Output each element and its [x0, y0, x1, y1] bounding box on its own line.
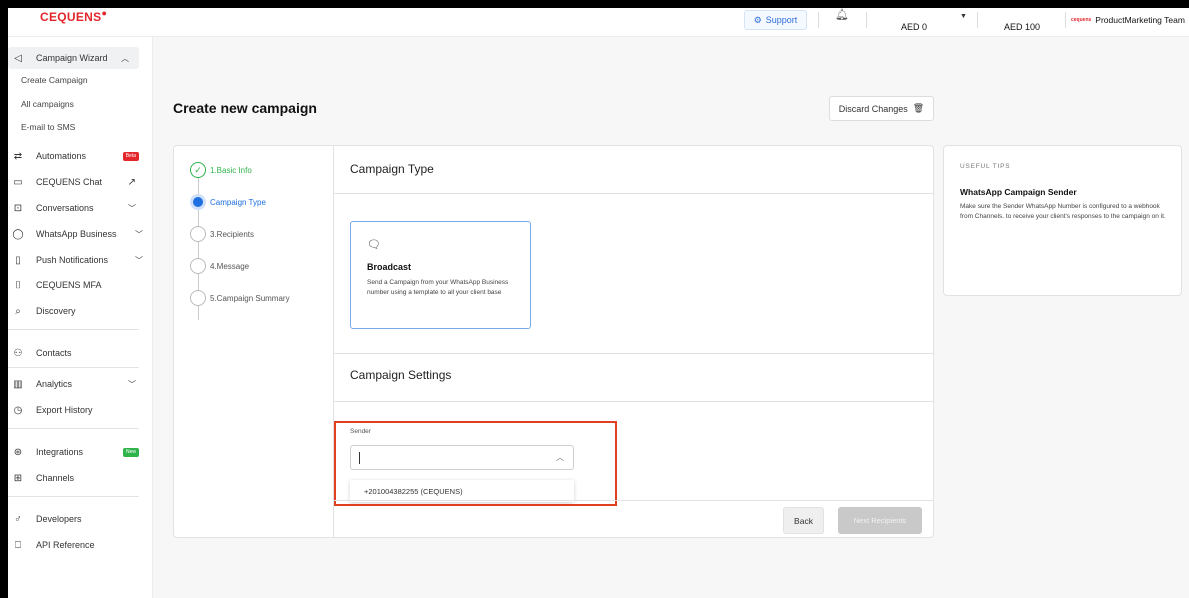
sidebar-item-discovery[interactable]: ⌕ Discovery — [8, 300, 153, 322]
inbox-icon: ⊡ — [13, 202, 23, 214]
balance-2: AED 100 — [1004, 22, 1041, 32]
phone-icon: ▯ — [15, 254, 21, 266]
broadcast-option-card[interactable]: 🗨︎ Broadcast Send a Campaign from your W… — [350, 221, 531, 329]
sidebar-item-whatsapp-business[interactable]: ◯ WhatsApp Business ﹀ — [8, 223, 153, 245]
clock-icon: ◷ — [13, 404, 23, 416]
sidebar-item-automations[interactable]: ⇄ Automations Beta — [8, 145, 153, 167]
new-badge: New — [122, 447, 139, 457]
sidebar-divider — [8, 496, 139, 497]
campaign-wizard-card: ✓ 1.Basic Info Campaign Type 3.Recipient… — [173, 145, 934, 538]
next-recipients-button[interactable]: Next Recipients — [838, 507, 922, 534]
integrations-icon: ⊛ — [13, 446, 23, 458]
sidebar: ◁ Campaign Wizard ︿ Create Campaign All … — [8, 37, 153, 598]
trash-icon: 🗑︎ — [912, 103, 925, 113]
chat-icon: ▭ — [13, 176, 23, 188]
sidebar-item-cequens-chat[interactable]: ▭ CEQUENS Chat ↗ — [8, 171, 153, 193]
section-divider — [334, 500, 934, 501]
top-bar: CEQUENS● ⚙ Support 🔔︎ AED 0 ▼ AED 100 ce… — [8, 8, 1189, 37]
broadcast-description: Send a Campaign from your WhatsApp Busin… — [367, 279, 509, 296]
megaphone-icon: ◁ — [14, 52, 22, 64]
support-icon: ⚙ — [753, 14, 762, 25]
tips-body: Make sure the Sender WhatsApp Number is … — [960, 203, 1166, 220]
step-circle-icon — [190, 226, 206, 242]
sidebar-divider — [8, 428, 139, 429]
step-campaign-type[interactable]: Campaign Type — [190, 194, 266, 210]
mfa-icon: ⌷ — [15, 279, 21, 291]
step-circle-icon — [190, 258, 206, 274]
campaign-settings-title: Campaign Settings — [350, 368, 452, 382]
balance-1: AED 0 — [901, 22, 928, 32]
sidebar-item-export-history[interactable]: ◷ Export History — [8, 399, 153, 421]
search-icon: ⌕ — [15, 305, 21, 317]
section-divider — [334, 401, 934, 402]
tips-title: WhatsApp Campaign Sender — [960, 187, 1077, 197]
chevron-down-icon: ﹀ — [128, 379, 136, 389]
active-step-icon — [190, 194, 206, 210]
sidebar-item-email-to-sms[interactable]: E-mail to SMS — [21, 122, 75, 132]
chevron-down-icon: ﹀ — [135, 255, 143, 265]
step-circle-icon — [190, 290, 206, 306]
stepper: ✓ 1.Basic Info Campaign Type 3.Recipient… — [174, 146, 334, 537]
step-recipients[interactable]: 3.Recipients — [190, 226, 254, 242]
book-icon: ⎕ — [15, 539, 21, 551]
automation-icon: ⇄ — [13, 150, 23, 162]
chevron-down-icon[interactable]: ▼ — [960, 13, 967, 20]
sidebar-item-analytics[interactable]: ▥ Analytics ﹀ — [8, 373, 153, 395]
channels-icon: ⊞ — [13, 472, 23, 484]
useful-tips-panel: USEFUL TIPS WhatsApp Campaign Sender Mak… — [943, 145, 1182, 296]
support-button[interactable]: ⚙ Support — [744, 10, 807, 30]
sidebar-item-api-reference[interactable]: ⎕ API Reference — [8, 534, 153, 556]
chevron-down-icon: ﹀ — [128, 203, 136, 213]
sidebar-item-developers[interactable]: ♂ Developers — [8, 508, 153, 530]
team-logo: cequens — [1071, 16, 1092, 23]
analytics-icon: ▥ — [13, 378, 23, 390]
step-message[interactable]: 4.Message — [190, 258, 249, 274]
team-name: ProductMarketing Team — [1095, 14, 1185, 25]
back-button[interactable]: Back — [783, 507, 824, 534]
contacts-icon: ⚇ — [13, 347, 23, 359]
sidebar-item-campaign-wizard[interactable]: ◁ Campaign Wizard ︿ — [8, 47, 139, 69]
chat-bubble-icon: 🗨︎ — [367, 239, 381, 251]
sidebar-item-channels[interactable]: ⊞ Channels — [8, 467, 153, 489]
section-divider — [334, 353, 934, 354]
bell-icon[interactable]: 🔔︎ — [835, 8, 849, 21]
sidebar-item-create-campaign[interactable]: Create Campaign — [21, 75, 88, 85]
beta-badge: Beta — [122, 151, 139, 161]
external-link-icon: ↗ — [127, 176, 136, 188]
sidebar-item-all-campaigns[interactable]: All campaigns — [21, 99, 74, 109]
sidebar-item-conversations[interactable]: ⊡ Conversations ﹀ — [8, 197, 153, 219]
sidebar-item-cequens-mfa[interactable]: ⌷ CEQUENS MFA — [8, 274, 153, 296]
sidebar-item-contacts[interactable]: ⚇ Contacts — [8, 342, 153, 364]
sidebar-divider — [8, 367, 139, 368]
app-window: CEQUENS● ⚙ Support 🔔︎ AED 0 ▼ AED 100 ce… — [8, 8, 1189, 598]
campaign-type-title: Campaign Type — [350, 162, 434, 176]
step-basic-info[interactable]: ✓ 1.Basic Info — [190, 162, 252, 178]
page-title: Create new campaign — [173, 100, 317, 116]
chevron-up-icon: ︿ — [121, 53, 129, 63]
check-icon: ✓ — [190, 162, 206, 178]
cequens-logo[interactable]: CEQUENS● — [40, 8, 107, 24]
sidebar-item-push-notifications[interactable]: ▯ Push Notifications ﹀ — [8, 249, 153, 271]
section-divider — [334, 193, 934, 194]
support-label: Support — [765, 15, 798, 25]
discard-changes-button[interactable]: Discard Changes 🗑︎ — [829, 96, 934, 121]
sidebar-item-integrations[interactable]: ⊛ Integrations New — [8, 441, 153, 463]
team-selector[interactable]: cequens ProductMarketing Team ▾ — [1071, 14, 1189, 25]
highlight-box — [334, 421, 617, 506]
tips-heading: USEFUL TIPS — [960, 163, 1011, 170]
sidebar-divider — [8, 329, 139, 330]
whatsapp-icon: ◯ — [12, 228, 24, 240]
developers-icon: ♂ — [14, 513, 22, 525]
broadcast-title: Broadcast — [367, 262, 412, 272]
chevron-down-icon: ﹀ — [135, 229, 143, 239]
step-campaign-summary[interactable]: 5.Campaign Summary — [190, 290, 290, 306]
